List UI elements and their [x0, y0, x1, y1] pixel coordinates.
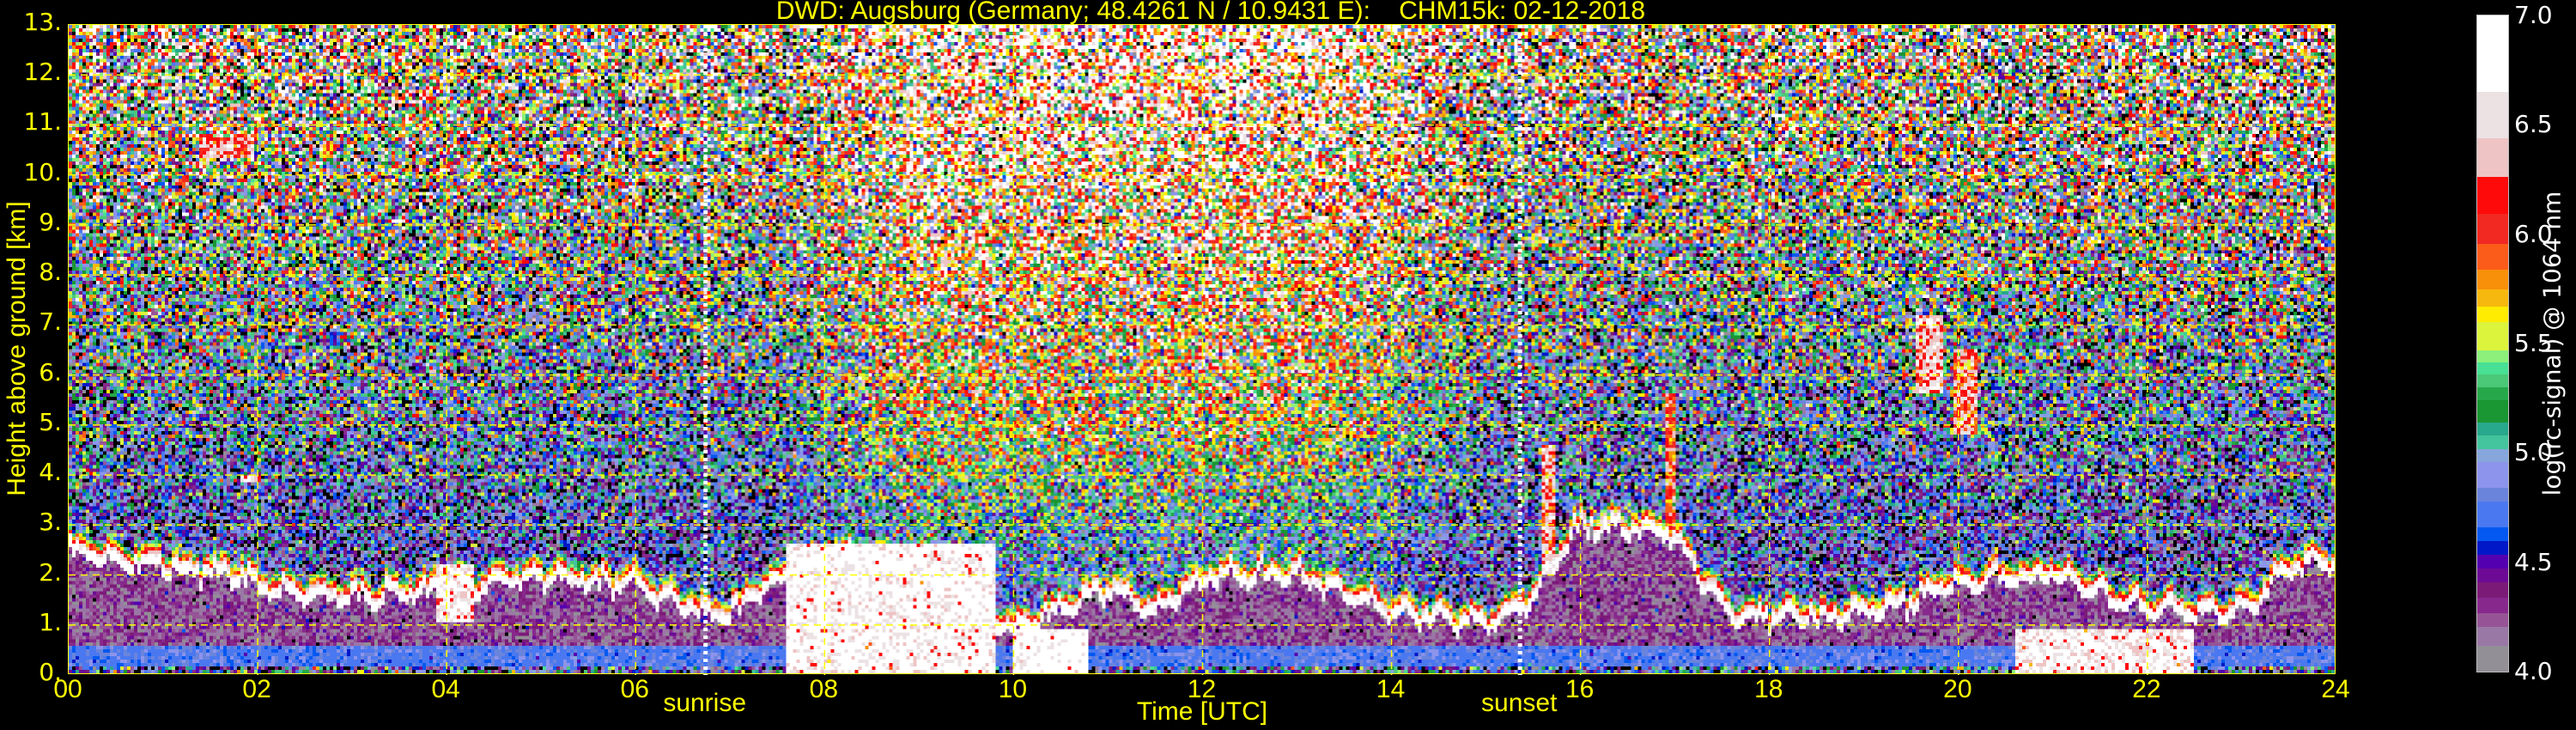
x-tick-label: 22: [2132, 675, 2161, 703]
plot-area: [68, 24, 2336, 675]
colorbar-segment: [2477, 448, 2508, 462]
x-tick-label: 10: [998, 675, 1028, 703]
x-tick-label: 20: [1943, 675, 1972, 703]
colorbar-segment: [2477, 374, 2508, 388]
y-tick-label: 2.: [39, 557, 62, 587]
y-tick-label: 7.: [39, 307, 62, 337]
colorbar-segment: [2477, 568, 2508, 583]
y-tick-label: 13.: [23, 8, 62, 36]
x-tick-label: 14: [1376, 675, 1406, 703]
y-tick-label: 4.: [39, 458, 62, 487]
x-tick-label: 06: [620, 675, 649, 703]
y-tick-label: 8.: [39, 258, 62, 287]
colorbar-segment: [2477, 501, 2508, 528]
colorbar-segment: [2477, 435, 2508, 449]
y-tick-label: 3.: [39, 508, 62, 537]
chart-title: DWD: Augsburg (Germany; 48.4261 N / 10.9…: [775, 0, 1646, 25]
colorbar-label: log(rc-signal) @ 1064 nm: [2537, 191, 2567, 496]
colorbar-segment: [2477, 581, 2508, 599]
x-tick-label: 12: [1187, 675, 1217, 703]
y-tick-label: 5.: [39, 407, 62, 436]
colorbar-tick-label: 4.5: [2514, 547, 2553, 576]
x-tick-label: 24: [2321, 675, 2350, 703]
colorbar-segment: [2477, 461, 2508, 488]
colorbar-segment: [2477, 137, 2508, 178]
colorbar-segment: [2477, 213, 2508, 244]
colorbar-segment: [2477, 289, 2508, 307]
colorbar-segment: [2477, 176, 2508, 215]
colorbar-segment: [2477, 526, 2508, 541]
colorbar-tick-label: 7.0: [2514, 1, 2553, 29]
x-tick-label: 18: [1754, 675, 1783, 703]
sunset-label: sunset: [1481, 689, 1558, 717]
colorbar-segment: [2477, 269, 2508, 289]
y-tick-label: 6.: [39, 357, 62, 386]
colorbar-segment: [2477, 386, 2508, 401]
y-tick-label: 10.: [23, 157, 62, 186]
colorbar-segment: [2477, 422, 2508, 436]
colorbar-segment: [2477, 321, 2508, 350]
x-tick-label: 00: [53, 675, 82, 703]
colorbar-segment: [2477, 487, 2508, 502]
colorbar-segment: [2477, 597, 2508, 613]
colorbar-segment: [2477, 15, 2508, 93]
colorbar-segment: [2477, 554, 2508, 569]
x-tick-label: 04: [431, 675, 460, 703]
colorbar: [2476, 15, 2509, 672]
y-tick-label: 11.: [23, 107, 62, 137]
colorbar-segment: [2477, 350, 2508, 363]
grid-overlay: [69, 25, 2336, 675]
colorbar-segment: [2477, 626, 2508, 646]
colorbar-segment: [2477, 362, 2508, 375]
colorbar-segment: [2477, 243, 2508, 270]
colorbar-segment: [2477, 91, 2508, 138]
colorbar-segment: [2477, 645, 2508, 672]
sunrise-label: sunrise: [663, 689, 747, 717]
y-axis-label: Height above ground [km]: [3, 201, 31, 496]
colorbar-segment: [2477, 540, 2508, 555]
x-tick-label: 02: [242, 675, 271, 703]
colorbar-segment: [2477, 306, 2508, 322]
colorbar-tick-label: 6.5: [2514, 110, 2553, 139]
colorbar-segment: [2477, 612, 2508, 628]
y-tick-label: 1.: [39, 607, 62, 636]
x-tick-label: 08: [809, 675, 839, 703]
colorbar-segment: [2477, 399, 2508, 423]
x-tick-label: 16: [1564, 675, 1595, 703]
y-tick-label: 12.: [23, 58, 62, 87]
colorbar-tick-label: 4.0: [2514, 657, 2553, 685]
y-tick-label: 9.: [39, 207, 62, 236]
